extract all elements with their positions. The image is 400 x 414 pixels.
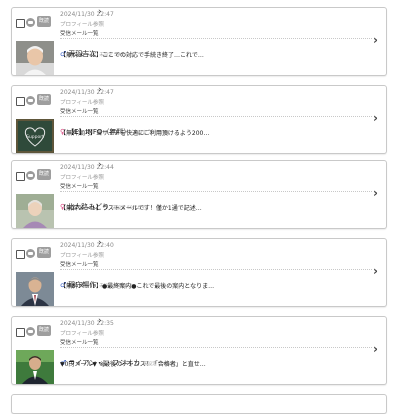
message-card[interactable]: 既読 2024/11/30 22:40 › プロフィール参照 受信メール一覧 ♂… — [11, 238, 387, 307]
status-badge: 既読 — [37, 169, 51, 180]
avatar[interactable] — [16, 41, 54, 75]
chevron-right-icon[interactable]: › — [98, 239, 102, 248]
message-preview[interactable]: 【無料メール】●最終案内●これで最後の案内となりま… — [60, 281, 360, 290]
message-preview[interactable]: 【無料案内】当サイトを快適にご利用頂けるよう200… — [60, 128, 360, 137]
select-checkbox[interactable] — [16, 97, 25, 106]
mail-category: 受信メール一覧 — [60, 262, 99, 268]
message-date: 2024/11/30 22:40 — [60, 242, 114, 249]
profile-link[interactable]: プロフィール参照 — [60, 20, 104, 28]
svg-text:Support: Support — [26, 134, 44, 140]
status-badge: 既読 — [37, 247, 51, 258]
mail-icon — [26, 96, 35, 105]
message-date: 2024/11/30 22:47 — [60, 89, 114, 96]
profile-link[interactable]: プロフィール参照 — [60, 173, 104, 181]
profile-link[interactable]: プロフィール参照 — [60, 98, 104, 106]
message-preview[interactable]: 【無料メール】ここでの対応で手続き終了…これで… — [60, 50, 360, 59]
message-preview[interactable]: ▼0円メール▼ ※最後のチャンス！「合格者」と直せ… — [60, 359, 360, 368]
divider — [60, 191, 372, 192]
select-checkbox[interactable] — [16, 250, 25, 259]
avatar[interactable] — [16, 272, 54, 306]
select-checkbox[interactable] — [16, 19, 25, 28]
chevron-right-icon[interactable]: › — [98, 161, 102, 170]
mail-category: 受信メール一覧 — [60, 184, 99, 190]
status-badge: 既読 — [37, 16, 51, 27]
avatar[interactable] — [16, 350, 54, 384]
message-preview[interactable]: 【無料メール】ラストメールです！僅か1通で記述… — [60, 203, 360, 212]
chevron-right-icon[interactable]: › — [373, 343, 378, 355]
select-checkbox[interactable] — [16, 172, 25, 181]
message-card[interactable]: 既読 2024/11/30 22:47 › プロフィール参照 受信メール一覧 S… — [11, 85, 387, 154]
chevron-right-icon[interactable]: › — [373, 112, 378, 124]
chevron-right-icon[interactable]: › — [373, 265, 378, 277]
message-date: 2024/11/30 22:44 — [60, 164, 114, 171]
message-card[interactable]: 既読 2024/11/30 22:44 › プロフィール参照 受信メール一覧 ♀… — [11, 160, 387, 229]
profile-link[interactable]: プロフィール参照 — [60, 329, 104, 337]
message-date: 2024/11/30 22:35 — [60, 320, 114, 327]
divider — [60, 116, 372, 117]
message-card-partial[interactable] — [11, 394, 387, 414]
mail-icon — [26, 327, 35, 336]
mail-icon — [26, 249, 35, 258]
divider — [60, 347, 372, 348]
profile-link[interactable]: プロフィール参照 — [60, 251, 104, 259]
chevron-right-icon[interactable]: › — [98, 8, 102, 17]
mail-icon — [26, 18, 35, 27]
chevron-right-icon[interactable]: › — [98, 317, 102, 326]
message-list: 既読 2024/11/30 22:47 › プロフィール参照 受信メール一覧 ♂… — [0, 0, 400, 414]
status-badge: 既読 — [37, 325, 51, 336]
chevron-right-icon[interactable]: › — [373, 34, 378, 46]
mail-category: 受信メール一覧 — [60, 109, 99, 115]
chevron-right-icon[interactable]: › — [98, 86, 102, 95]
divider — [60, 38, 372, 39]
message-card[interactable]: 既読 2024/11/30 22:47 › プロフィール参照 受信メール一覧 ♂… — [11, 7, 387, 76]
avatar[interactable] — [16, 194, 54, 228]
message-card[interactable]: 既読 2024/11/30 22:35 › プロフィール参照 受信メール一覧 ♂… — [11, 316, 387, 385]
mail-icon — [26, 171, 35, 180]
select-checkbox[interactable] — [16, 328, 25, 337]
status-badge: 既読 — [37, 94, 51, 105]
mail-category: 受信メール一覧 — [60, 340, 99, 346]
mail-category: 受信メール一覧 — [60, 31, 99, 37]
avatar[interactable]: Support — [16, 119, 54, 153]
divider — [60, 269, 372, 270]
chevron-right-icon[interactable]: › — [373, 187, 378, 199]
message-date: 2024/11/30 22:47 — [60, 11, 114, 18]
